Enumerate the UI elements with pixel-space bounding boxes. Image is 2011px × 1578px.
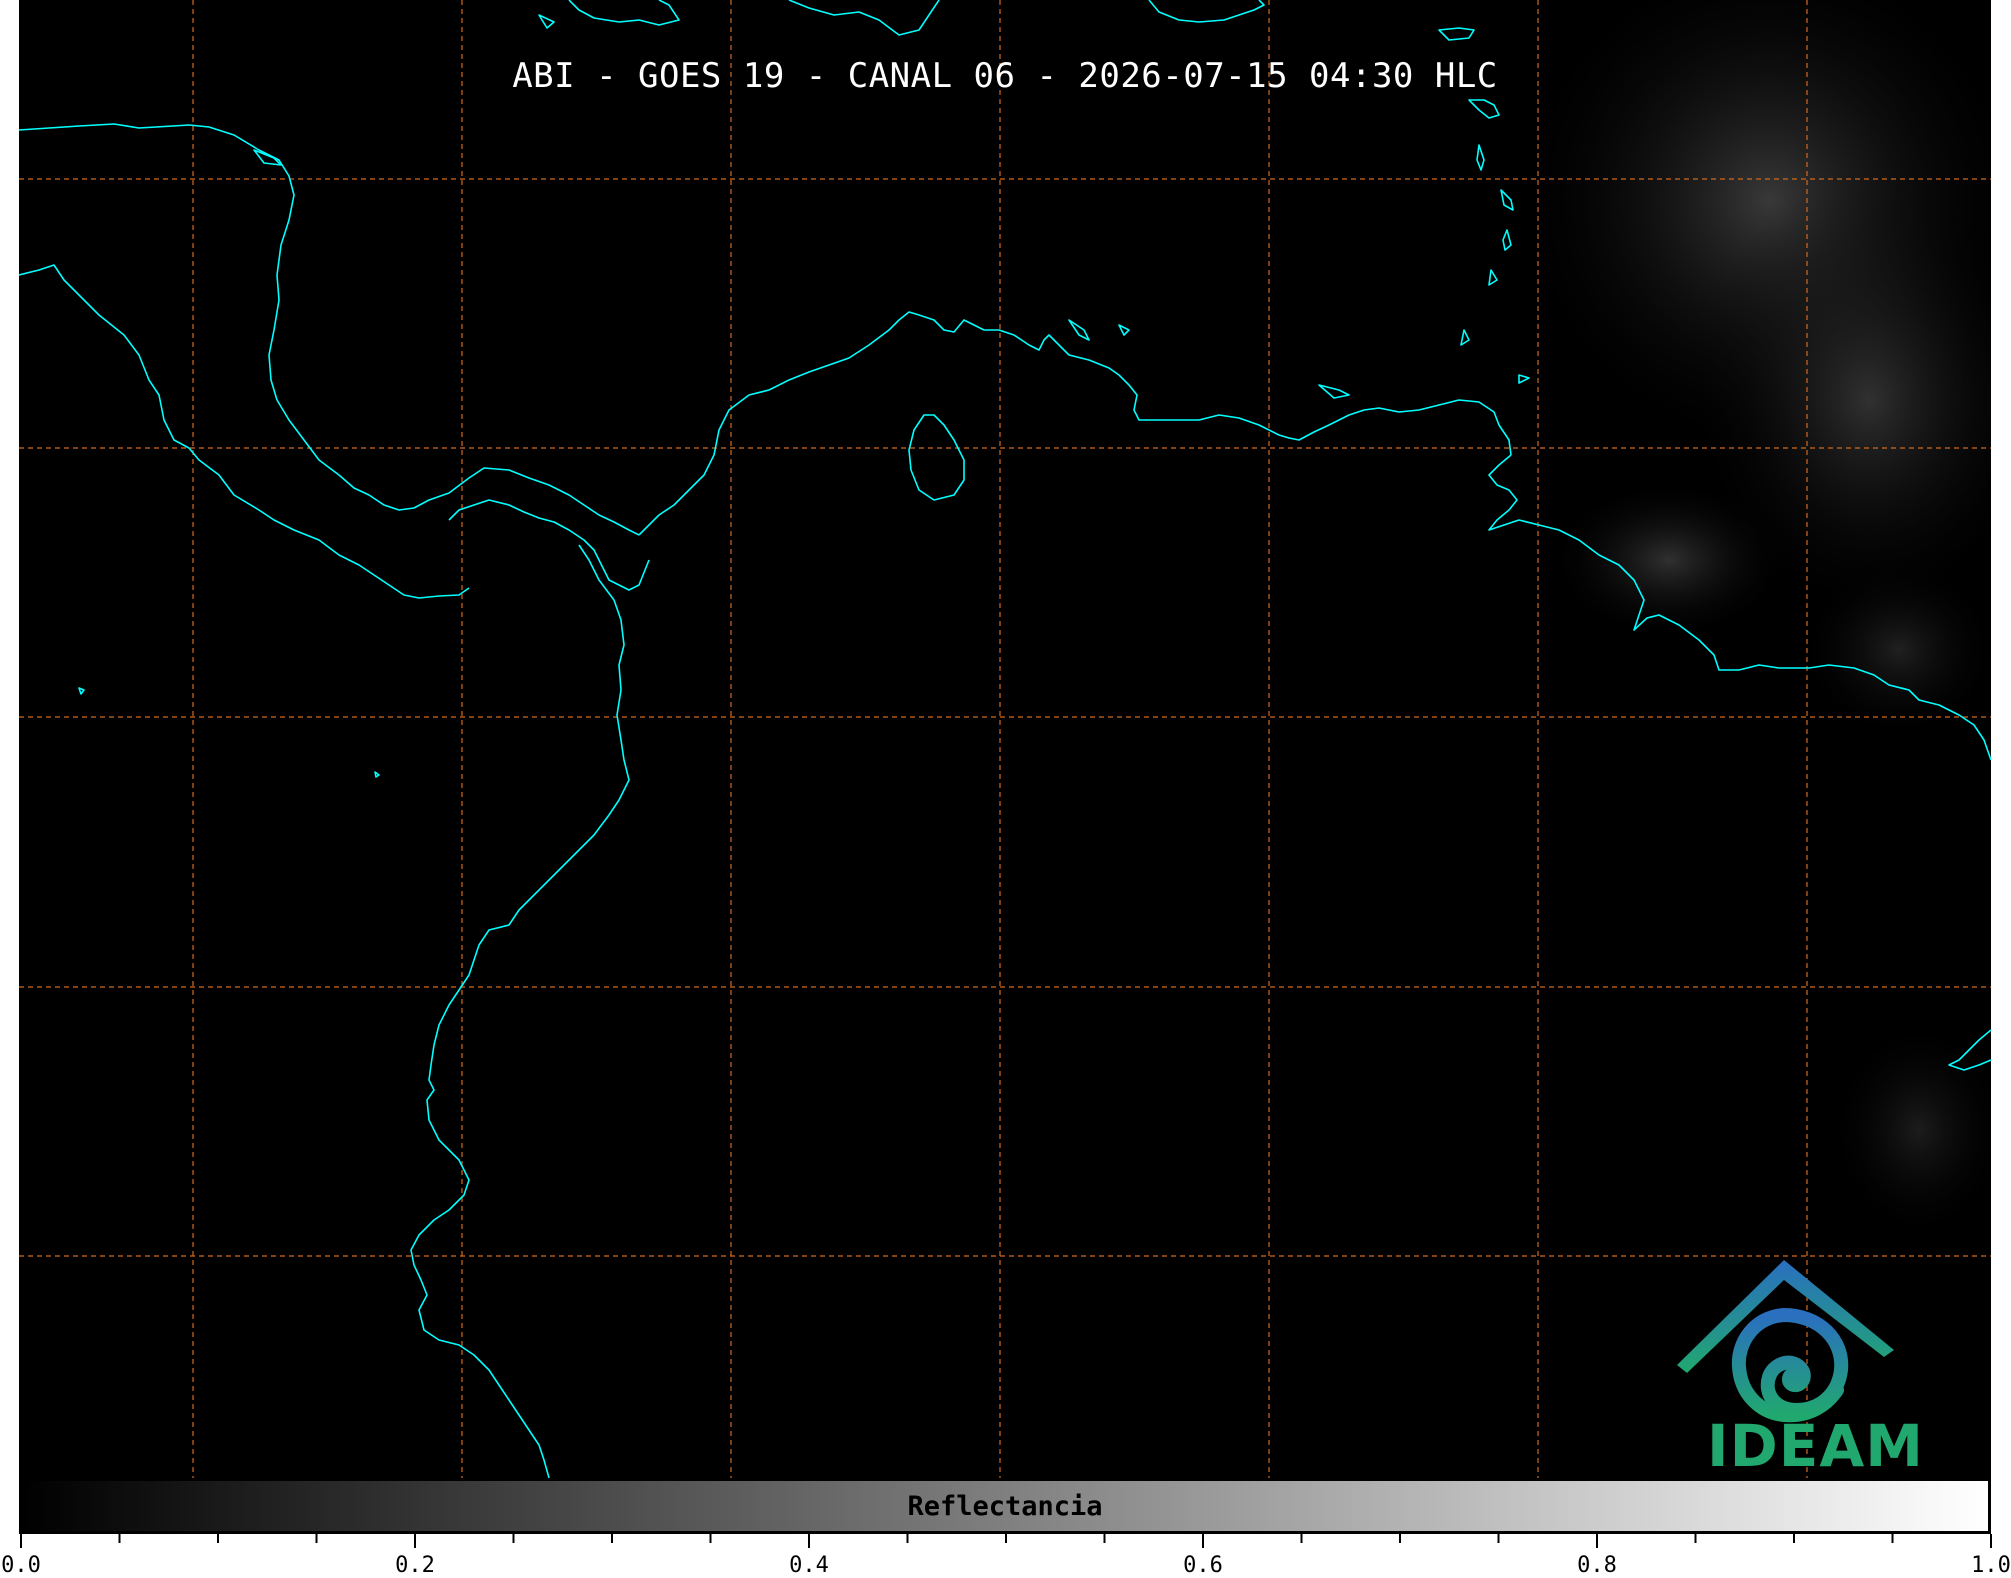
coastline-lake-maracaibo bbox=[908, 414, 965, 501]
island-malpelo bbox=[374, 771, 380, 778]
island-lesser-antilles-4 bbox=[1502, 229, 1512, 251]
island-jamaica bbox=[788, 0, 940, 36]
tick-label-0: 0.0 bbox=[1, 1553, 41, 1578]
coastline-colombia-caribbean bbox=[638, 311, 985, 536]
island-margarita bbox=[1318, 384, 1350, 399]
island-lesser-antilles-5 bbox=[1488, 269, 1498, 286]
island-lesser-antilles-6 bbox=[1460, 329, 1470, 346]
tick-label-5: 1.0 bbox=[1971, 1553, 2011, 1578]
tick-label-1: 0.2 bbox=[395, 1553, 435, 1578]
ideam-logo-text: IDEAM bbox=[1707, 1412, 1924, 1478]
colorbar-ticks bbox=[20, 1534, 1992, 1548]
coastline-colombia-pacific bbox=[410, 544, 630, 1478]
satellite-map: ABI - GOES 19 - CANAL 06 - 2026-07-15 04… bbox=[19, 0, 1991, 1478]
island-galapagos-dot bbox=[78, 687, 85, 695]
island-lesser-antilles-1 bbox=[1468, 99, 1500, 119]
map-title: ABI - GOES 19 - CANAL 06 - 2026-07-15 04… bbox=[512, 56, 1498, 96]
island-aruba bbox=[1068, 319, 1090, 341]
island-lesser-antilles-2 bbox=[1476, 144, 1485, 171]
colorbar-label: Reflectancia bbox=[907, 1491, 1103, 1522]
island-trinidad-tobago bbox=[1518, 374, 1530, 384]
coastline-guajira bbox=[984, 329, 1512, 456]
tick-label-4: 0.8 bbox=[1577, 1553, 1617, 1578]
coastline-honduras-nicaragua bbox=[276, 399, 640, 536]
island-hispaniola bbox=[1148, 0, 1265, 23]
cloud-layer bbox=[1509, 0, 1991, 1240]
island-puerto-rico bbox=[1438, 27, 1475, 41]
colorbar: Reflectancia bbox=[19, 1478, 1991, 1534]
coastline-yucatan bbox=[19, 123, 295, 401]
tick-label-3: 0.6 bbox=[1183, 1553, 1223, 1578]
island-san-andres bbox=[253, 149, 282, 166]
coastline-panama bbox=[448, 499, 650, 591]
tick-label-2: 0.4 bbox=[789, 1553, 829, 1578]
island-curacao bbox=[1118, 324, 1130, 336]
island-providencia bbox=[538, 14, 555, 29]
coastline-mexico-south bbox=[19, 264, 470, 599]
island-cuba bbox=[568, 0, 680, 26]
